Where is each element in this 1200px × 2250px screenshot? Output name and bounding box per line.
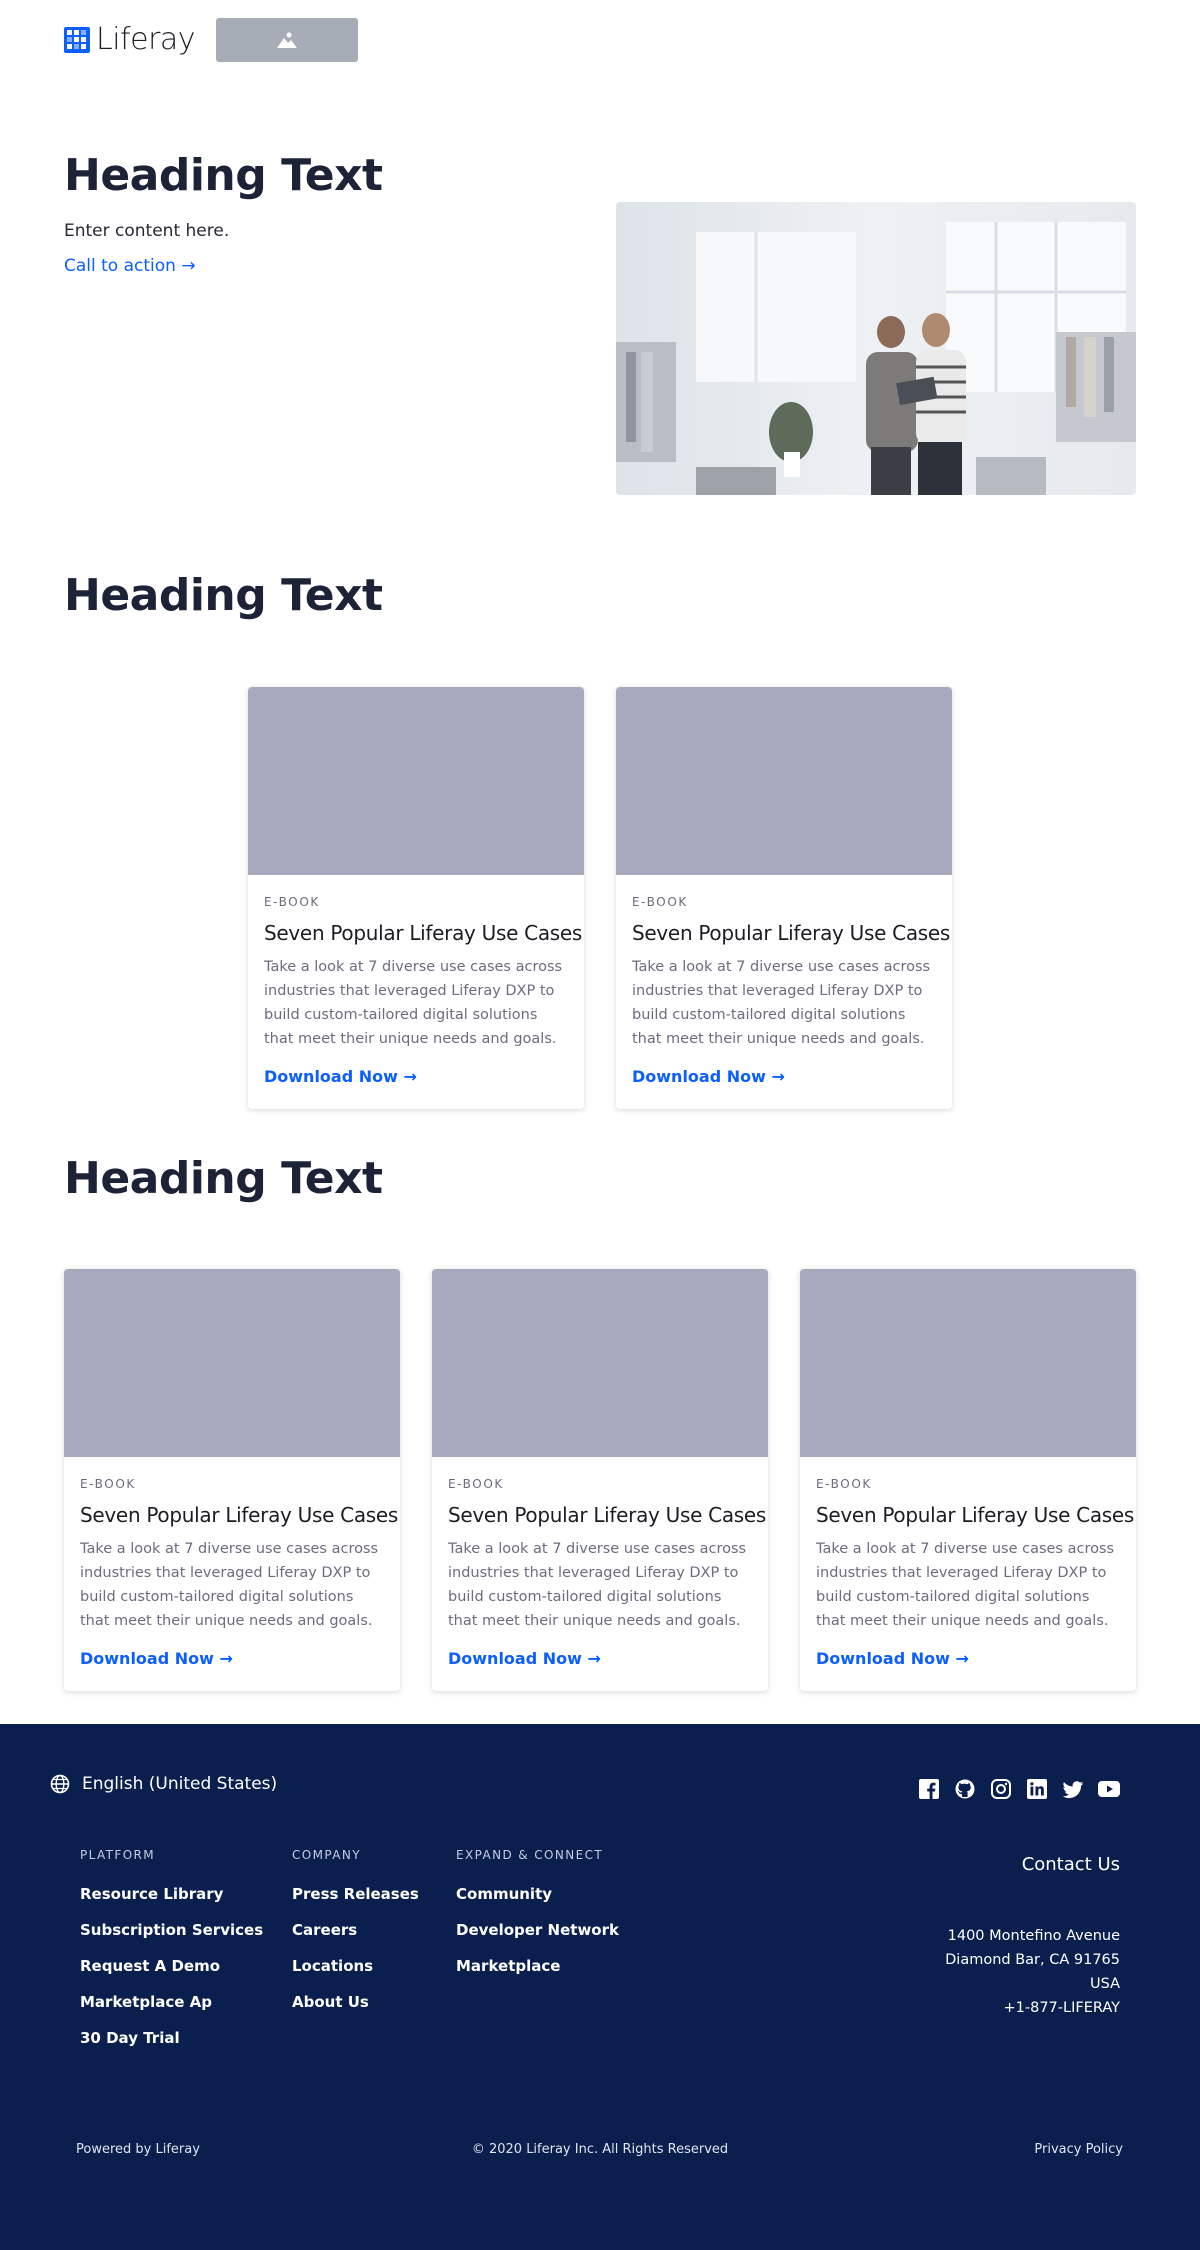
card-description: Take a look at 7 diverse use cases acros… [264,959,563,1047]
twitter-icon[interactable] [1062,1778,1084,1800]
card-description: Take a look at 7 diverse use cases acros… [448,1541,747,1629]
footer-link[interactable]: Press Releases [292,1884,419,1920]
call-to-action-link[interactable]: Call to action → [64,256,196,276]
privacy-policy-link[interactable]: Privacy Policy [1034,2142,1123,2157]
footer-link[interactable]: Careers [292,1920,419,1956]
card-tag: E-BOOK [816,1477,872,1491]
card-title: Seven Popular Liferay Use Cases [632,921,951,945]
card-tag: E-BOOK [448,1477,504,1491]
liferay-logo-icon [64,26,90,53]
ebook-card[interactable]: E-BOOK Seven Popular Liferay Use Cases T… [64,1269,400,1691]
footer-link[interactable]: Request A Demo [80,1956,263,1992]
language-selector[interactable]: English (United States) [50,1774,277,1794]
linkedin-icon[interactable] [1026,1778,1048,1800]
card-description: Take a look at 7 diverse use cases acros… [632,959,931,1047]
card-image-placeholder [248,687,584,875]
hero-heading: Heading Text [64,150,383,201]
ebook-card[interactable]: E-BOOK Seven Popular Liferay Use Cases T… [432,1269,768,1691]
copyright: © 2020 Liferay Inc. All Rights Reserved [471,2142,729,2157]
download-now-link[interactable]: Download Now → [632,1067,936,1086]
instagram-icon[interactable] [990,1778,1012,1800]
phone-number: +1-877-LIFERAY [1003,2000,1120,2016]
youtube-icon[interactable] [1098,1778,1120,1800]
card-image-placeholder [432,1269,768,1457]
footer-link[interactable]: Marketplace Ap [80,1992,263,2028]
card-description: Take a look at 7 diverse use cases acros… [816,1541,1115,1629]
address-line: Diamond Bar, CA 91765 [945,1952,1120,1968]
footer-column-platform: PLATFORM Resource Library Subscription S… [80,1848,263,2064]
logo-text: Liferay [96,22,196,57]
section-heading: Heading Text [64,1153,383,1204]
ebook-card[interactable]: E-BOOK Seven Popular Liferay Use Cases T… [248,687,584,1109]
ebook-card[interactable]: E-BOOK Seven Popular Liferay Use Cases T… [800,1269,1136,1691]
footer-link[interactable]: Marketplace [456,1956,619,1992]
language-label: English (United States) [82,1774,278,1794]
site-header: Liferay [0,0,1200,80]
footer-link[interactable]: Developer Network [456,1920,619,1956]
card-title: Seven Popular Liferay Use Cases [448,1503,767,1527]
image-icon [277,32,297,48]
footer-link[interactable]: Subscription Services [80,1920,263,1956]
card-image-placeholder [616,687,952,875]
hero-content: Enter content here. [64,221,230,241]
section-heading: Heading Text [64,570,383,621]
footer-link[interactable]: Resource Library [80,1884,263,1920]
contact-us-link[interactable]: Contact Us [1022,1854,1120,1875]
footer-column-title: EXPAND & CONNECT [456,1848,604,1862]
facebook-icon[interactable] [918,1778,940,1800]
card-title: Seven Popular Liferay Use Cases [80,1503,399,1527]
liferay-logo[interactable]: Liferay [64,22,196,57]
download-now-link[interactable]: Download Now → [264,1067,568,1086]
globe-icon [50,1774,70,1794]
social-links [918,1778,1120,1800]
image-placeholder [216,18,358,62]
company-address: 1400 Montefino Avenue Diamond Bar, CA 91… [945,1924,1120,2020]
footer-link[interactable]: Community [456,1884,619,1920]
download-now-link[interactable]: Download Now → [448,1649,752,1668]
footer-column-company: COMPANY Press Releases Careers Locations… [292,1848,419,2028]
footer-column-title: PLATFORM [80,1848,156,1862]
github-icon[interactable] [954,1778,976,1800]
download-now-link[interactable]: Download Now → [80,1649,384,1668]
download-now-link[interactable]: Download Now → [816,1649,1120,1668]
card-tag: E-BOOK [632,895,688,909]
card-image-placeholder [800,1269,1136,1457]
card-title: Seven Popular Liferay Use Cases [264,921,583,945]
footer-link[interactable]: 30 Day Trial [80,2028,263,2064]
site-footer: English (United States) PLATFORM Resourc… [0,1724,1200,2250]
address-line: 1400 Montefino Avenue [947,1928,1120,1944]
hero-image [616,202,1136,495]
card-tag: E-BOOK [264,895,320,909]
card-title: Seven Popular Liferay Use Cases [816,1503,1135,1527]
footer-column-expand-connect: EXPAND & CONNECT Community Developer Net… [456,1848,619,1992]
footer-link[interactable]: About Us [292,1992,419,2028]
address-line: USA [1089,1976,1120,1992]
footer-column-title: COMPANY [292,1848,361,1862]
ebook-card[interactable]: E-BOOK Seven Popular Liferay Use Cases T… [616,687,952,1109]
card-image-placeholder [64,1269,400,1457]
footer-link[interactable]: Locations [292,1956,419,1992]
card-tag: E-BOOK [80,1477,136,1491]
card-description: Take a look at 7 diverse use cases acros… [80,1541,379,1629]
